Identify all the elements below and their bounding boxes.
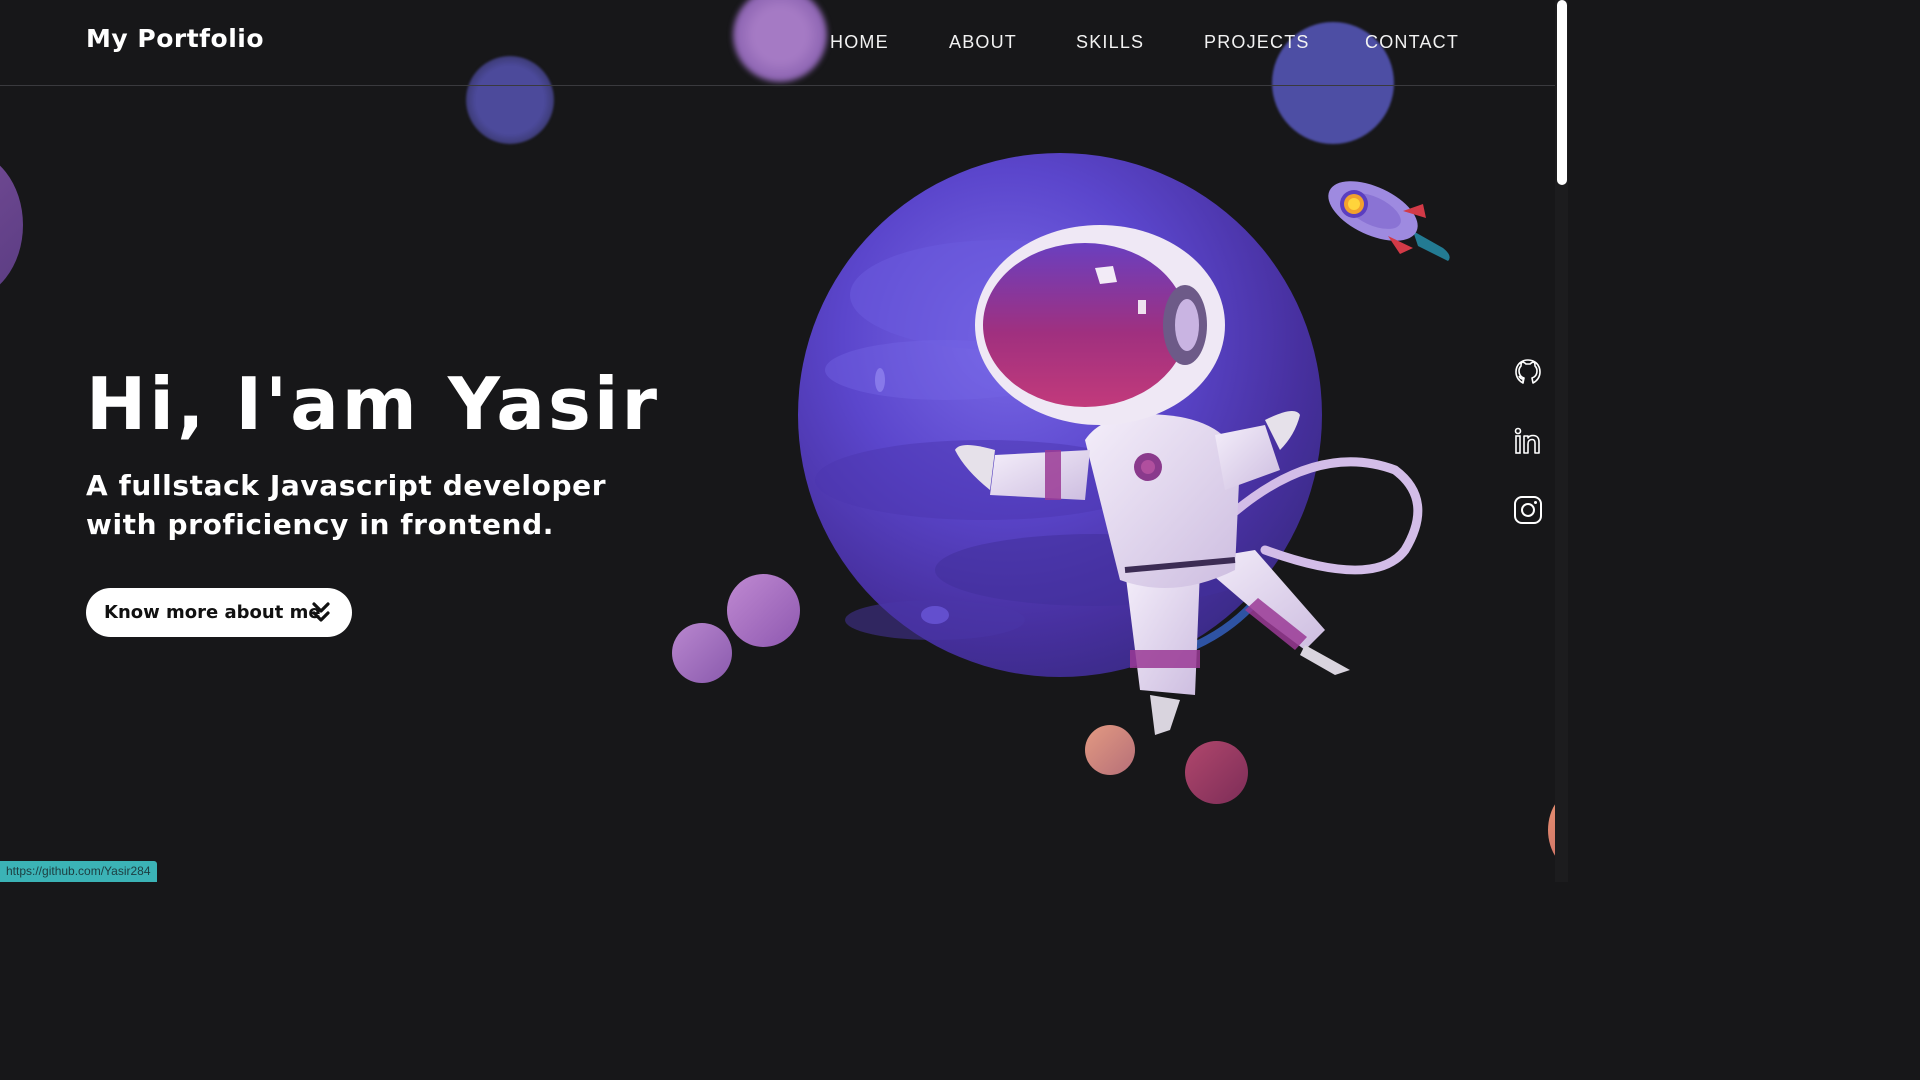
instagram-icon[interactable] <box>1510 492 1546 528</box>
decorative-maroon-ball <box>1185 741 1248 804</box>
github-icon[interactable] <box>1510 354 1546 390</box>
status-bar-url: https://github.com/Yasir284 <box>0 861 157 882</box>
linkedin-icon[interactable] <box>1510 424 1546 460</box>
rocket-illustration <box>1328 181 1450 261</box>
double-chevron-down-icon <box>312 602 330 622</box>
know-more-button[interactable]: Know more about me <box>86 588 352 637</box>
nav-link-contact[interactable]: CONTACT <box>1365 32 1459 53</box>
scrollbar-thumb[interactable] <box>1557 0 1567 185</box>
hero-subtitle: A fullstack Javascript developer with pr… <box>86 469 607 541</box>
site-logo[interactable]: My Portfolio <box>86 24 264 53</box>
hero-title: Hi, I'am Yasir <box>86 362 661 446</box>
navbar: My Portfolio HOME ABOUT SKILLS PROJECTS … <box>0 0 1555 86</box>
decorative-pink-ball-large <box>727 574 800 647</box>
know-more-label: Know more about me <box>104 602 321 623</box>
nav-link-home[interactable]: HOME <box>830 32 889 53</box>
nav-link-about[interactable]: ABOUT <box>949 32 1017 53</box>
nav-link-skills[interactable]: SKILLS <box>1076 32 1144 53</box>
decorative-left-edge-orb <box>0 150 23 300</box>
portfolio-page: My Portfolio HOME ABOUT SKILLS PROJECTS … <box>0 0 1568 882</box>
decorative-pink-ball-small <box>672 623 732 683</box>
nav-link-projects[interactable]: PROJECTS <box>1204 32 1310 53</box>
